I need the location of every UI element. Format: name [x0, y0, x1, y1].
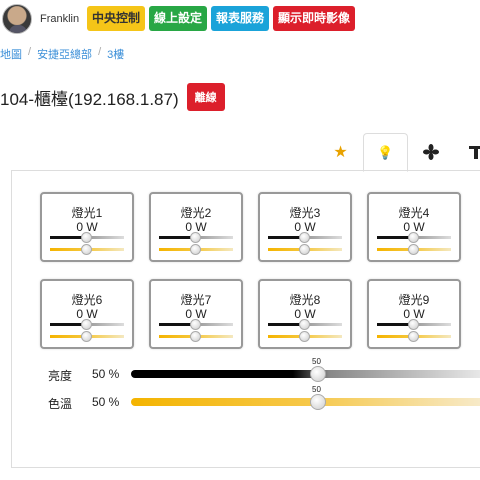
breadcrumb-hq[interactable]: 安捷亞總部 [37, 46, 92, 62]
color-temp-label: 色溫 [48, 397, 73, 411]
light-brightness-handle[interactable] [408, 232, 419, 243]
central-control-button[interactable]: 中央控制 [87, 6, 146, 31]
light-card[interactable]: 燈光1 0 W [40, 192, 134, 262]
username[interactable]: Franklin [40, 13, 79, 25]
light-brightness-handle[interactable] [299, 319, 310, 330]
light-name: 燈光3 [289, 206, 321, 220]
light-color-temp-handle[interactable] [408, 244, 419, 255]
live-video-button[interactable]: 顯示即時影像 [273, 6, 356, 31]
light-name: 燈光7 [180, 293, 212, 307]
breadcrumb-separator: / [28, 46, 32, 58]
light-brightness-handle[interactable] [81, 232, 92, 243]
light-name: 燈光8 [289, 293, 321, 307]
light-card[interactable]: 燈光7 0 W [149, 279, 243, 349]
light-brightness-handle[interactable] [81, 319, 92, 330]
light-card[interactable]: 燈光9 0 W [367, 279, 461, 349]
light-card[interactable]: 燈光2 0 W [149, 192, 243, 262]
status-badge: 離線 [186, 83, 225, 111]
light-name: 燈光1 [71, 206, 103, 220]
color-temp-value: 50 % [92, 395, 120, 409]
tab-fan[interactable] [408, 133, 453, 171]
light-name: 燈光2 [180, 206, 212, 220]
brightness-value: 50 % [92, 367, 120, 381]
light-card[interactable]: 燈光4 0 W [367, 192, 461, 262]
breadcrumb-separator: / [98, 46, 102, 58]
light-card[interactable]: 燈光3 0 W [258, 192, 352, 262]
light-brightness-handle[interactable] [408, 319, 419, 330]
online-settings-button[interactable]: 線上設定 [149, 6, 208, 31]
light-color-temp-handle[interactable] [299, 244, 310, 255]
brightness-label: 亮度 [48, 369, 73, 383]
light-name: 燈光6 [71, 293, 103, 307]
tab-tools[interactable] [453, 133, 480, 171]
light-color-temp-handle[interactable] [408, 331, 419, 342]
filter-icon [468, 146, 480, 159]
light-color-temp-handle[interactable] [81, 331, 92, 342]
tab-favorites[interactable]: ★ [318, 133, 363, 171]
brightness-tooltip: 50 [312, 357, 321, 366]
breadcrumb-map[interactable]: 地圖 [0, 46, 22, 62]
brightness-slider-handle[interactable] [310, 366, 326, 382]
user-avatar[interactable] [2, 4, 32, 34]
star-icon: ★ [333, 144, 348, 161]
light-brightness-handle[interactable] [190, 232, 201, 243]
light-name: 燈光9 [398, 293, 430, 307]
light-brightness-handle[interactable] [190, 319, 201, 330]
light-color-temp-handle[interactable] [190, 331, 201, 342]
lightbulb-icon: 💡 [377, 144, 394, 160]
color-temp-slider-handle[interactable] [310, 394, 326, 410]
brightness-slider[interactable] [131, 370, 480, 378]
tab-lights[interactable]: 💡 [363, 133, 408, 172]
color-temp-tooltip: 50 [312, 385, 321, 394]
report-service-button[interactable]: 報表服務 [211, 6, 270, 31]
color-temp-slider[interactable] [131, 398, 480, 406]
light-card[interactable]: 燈光8 0 W [258, 279, 352, 349]
title-row: 104-櫃檯(192.168.1.87) 離線 [0, 83, 225, 111]
light-color-temp-handle[interactable] [299, 331, 310, 342]
breadcrumb-floor[interactable]: 3樓 [107, 46, 124, 62]
breadcrumb: 地圖 / 安捷亞總部 / 3樓 [0, 46, 124, 62]
light-brightness-handle[interactable] [299, 232, 310, 243]
page-title: 104-櫃檯(192.168.1.87) [0, 89, 179, 109]
light-color-temp-handle[interactable] [81, 244, 92, 255]
light-color-temp-handle[interactable] [190, 244, 201, 255]
light-card[interactable]: 燈光6 0 W [40, 279, 134, 349]
tab-bar: ★ 💡 [318, 133, 480, 172]
light-name: 燈光4 [398, 206, 430, 220]
fan-icon [422, 144, 439, 160]
